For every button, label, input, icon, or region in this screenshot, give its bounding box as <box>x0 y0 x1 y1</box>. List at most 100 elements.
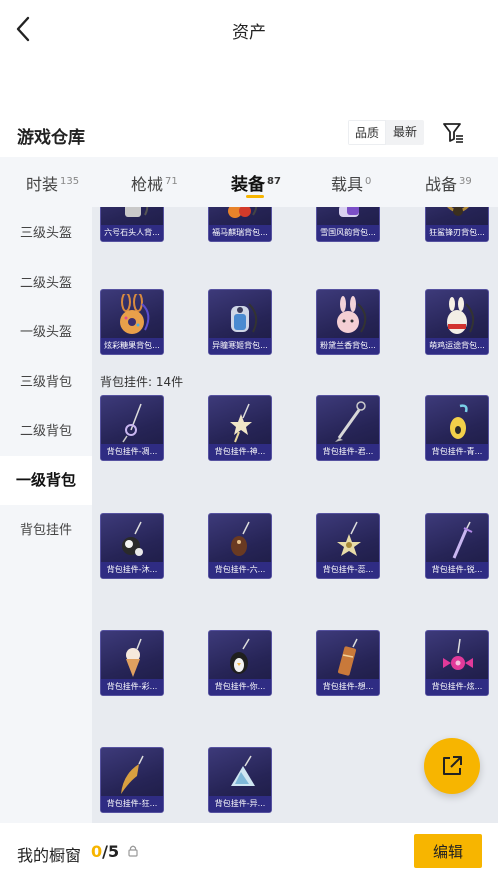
charm-art-icon <box>122 521 143 556</box>
item-label: 背包挂件-六... <box>209 562 271 578</box>
charm-art-icon <box>443 638 473 670</box>
item-label: 背包挂件-青... <box>426 444 488 460</box>
charm-art-icon <box>335 401 366 442</box>
edit-button[interactable]: 编辑 <box>414 834 482 868</box>
tab-count: 87 <box>267 176 281 187</box>
item-card[interactable]: 背包挂件-想... <box>316 630 380 696</box>
item-card[interactable]: 背包挂件-你... <box>208 630 272 696</box>
sort-quality-option[interactable]: 品质 <box>348 120 386 145</box>
item-label: 背包挂件-蕊... <box>317 562 379 578</box>
sidebar-item-helmet-2[interactable]: 二级头盔 <box>0 259 92 308</box>
backpack-art-icon <box>120 294 150 334</box>
sidebar-item-helmet-1[interactable]: 一级头盔 <box>0 308 92 357</box>
item-label: 背包挂件-你... <box>209 679 271 695</box>
item-label: 背包挂件-凋... <box>101 444 163 460</box>
item-card[interactable]: 粉黛兰香背包... <box>316 289 380 355</box>
charm-group-title: 背包挂件: 14件 <box>100 375 184 389</box>
sidebar-item-backpack-1[interactable]: 一级背包 <box>0 456 92 505</box>
item-label: 狂鲨锋刃背包... <box>426 225 488 241</box>
tab-label: 枪械 <box>131 175 164 194</box>
backpack-art-icon <box>447 297 475 334</box>
item-label: 背包挂件-锐... <box>426 562 488 578</box>
tab-count: 135 <box>60 176 80 187</box>
item-label: 背包挂件-君... <box>317 444 379 460</box>
item-card[interactable]: 六号石头人背... <box>100 207 164 242</box>
active-tab-indicator <box>246 195 264 198</box>
tab-label: 载具 <box>331 175 364 194</box>
item-label: 背包挂件-炫... <box>426 679 488 695</box>
item-card[interactable]: 异瞳寒姬背包... <box>208 289 272 355</box>
item-label: 背包挂件-沐... <box>101 562 163 578</box>
subcategory-sidebar: 三级头盔 二级头盔 一级头盔 三级背包 二级背包 一级背包 背包挂件 <box>0 207 92 823</box>
backpack-art-icon <box>339 207 359 217</box>
page-title: 资产 <box>232 23 266 43</box>
sidebar-item-backpack-3[interactable]: 三级背包 <box>0 358 92 407</box>
tab-count: 71 <box>165 176 178 187</box>
share-button[interactable] <box>424 738 480 794</box>
item-card[interactable]: 萌鸡运途背包... <box>425 289 489 355</box>
backpack-art-icon <box>228 207 258 218</box>
tab-vehicles[interactable]: 载具 0 <box>331 157 371 207</box>
showcase-count: 0/5 <box>91 842 119 861</box>
top-bar: 资产 <box>0 0 498 58</box>
lock-icon <box>128 845 138 857</box>
item-card[interactable]: 背包挂件-蕊... <box>316 513 380 579</box>
sidebar-item-backpack-charm[interactable]: 背包挂件 <box>0 506 92 555</box>
item-card[interactable]: 福马麒瑞背包... <box>208 207 272 242</box>
charm-art-icon <box>126 638 142 677</box>
item-card[interactable]: 背包挂件-君... <box>316 395 380 461</box>
item-label: 背包挂件-神... <box>209 444 271 460</box>
showcase-bar: 我的橱窗 0/5 编辑 <box>0 823 498 880</box>
backpack-art-icon <box>231 303 258 333</box>
tab-equipment[interactable]: 装备 87 <box>231 157 281 207</box>
item-label: 背包挂件-狂... <box>101 796 163 812</box>
tab-fashion[interactable]: 时装 135 <box>26 157 79 207</box>
item-card[interactable]: 背包挂件-彩... <box>100 630 164 696</box>
item-card[interactable]: 背包挂件-青... <box>425 395 489 461</box>
tab-label: 装备 <box>231 175 265 195</box>
backpack-art-icon <box>125 207 149 217</box>
item-label: 背包挂件-想... <box>317 679 379 695</box>
sort-toggle: 品质 最新 <box>348 120 424 145</box>
item-card[interactable]: 炫彩糖果背包... <box>100 289 164 355</box>
category-tabs: 时装 135 枪械 71 装备 87 载具 0 战备 39 <box>0 157 498 207</box>
sort-latest-option[interactable]: 最新 <box>386 120 424 145</box>
item-card[interactable]: 背包挂件-炫... <box>425 630 489 696</box>
sidebar-item-backpack-2[interactable]: 二级背包 <box>0 407 92 456</box>
item-label: 粉黛兰香背包... <box>317 338 379 354</box>
charm-art-icon <box>231 521 250 556</box>
warehouse-title: 游戏仓库 <box>17 128 85 148</box>
item-label: 背包挂件-异... <box>209 796 271 812</box>
item-card[interactable]: 背包挂件-六... <box>208 513 272 579</box>
tab-label: 战备 <box>425 175 458 194</box>
filter-icon[interactable] <box>440 119 466 145</box>
item-card[interactable]: 雪国风韵背包... <box>316 207 380 242</box>
item-label: 炫彩糖果背包... <box>101 338 163 354</box>
tab-count: 39 <box>459 176 472 187</box>
item-card[interactable]: 狂鲨锋刃背包... <box>425 207 489 242</box>
sidebar-item-helmet-3[interactable]: 三级头盔 <box>0 209 92 258</box>
charm-art-icon <box>337 521 361 556</box>
charm-art-icon <box>230 638 250 674</box>
charm-art-icon <box>122 403 142 443</box>
charm-art-icon <box>450 404 468 439</box>
item-card[interactable]: 背包挂件-沐... <box>100 513 164 579</box>
share-external-icon <box>443 756 462 775</box>
showcase-total: /5 <box>102 842 120 861</box>
item-grid: 六号石头人背... 福马麒瑞背包... 雪国风韵背包... 狂鲨锋刃背包... … <box>92 207 498 823</box>
item-label: 六号石头人背... <box>101 225 163 241</box>
charm-art-icon <box>121 755 144 794</box>
item-label: 萌鸡运途背包... <box>426 338 488 354</box>
item-card[interactable]: 背包挂件-锐... <box>425 513 489 579</box>
tab-battle-gear[interactable]: 战备 39 <box>425 157 472 207</box>
backpack-art-icon <box>337 296 367 333</box>
tab-firearms[interactable]: 枪械 71 <box>131 157 178 207</box>
item-card[interactable]: 背包挂件-神... <box>208 395 272 461</box>
charm-art-icon <box>452 521 473 559</box>
showcase-label: 我的橱窗 <box>17 846 82 865</box>
item-card[interactable]: 背包挂件-凋... <box>100 395 164 461</box>
charm-art-icon <box>231 755 255 786</box>
item-card[interactable]: 背包挂件-狂... <box>100 747 164 813</box>
showcase-current: 0 <box>91 842 103 861</box>
item-card[interactable]: 背包挂件-异... <box>208 747 272 813</box>
